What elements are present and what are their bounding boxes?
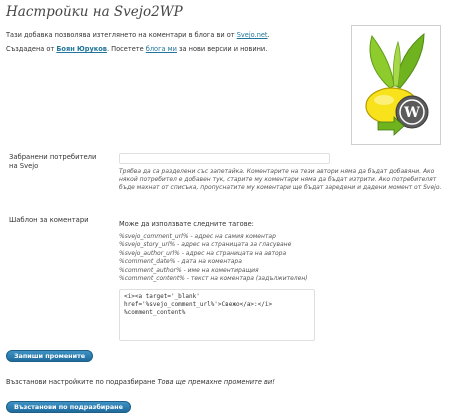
tags-title: Може да използвате следните тагове:: [119, 220, 254, 228]
reset-note-warning: Това ще премахне промените ви!: [157, 378, 275, 386]
intro-punct: .: [267, 31, 270, 39]
template-line: href='%svejo_comment_url%'>Свежо</a>:</i…: [124, 301, 273, 308]
intro-text: за нови версии и новини.: [176, 45, 268, 53]
reset-note: Възстанови настройките по подразбиране Т…: [6, 378, 275, 386]
comment-template-label: Шаблон за коментари: [9, 216, 89, 224]
blocked-users-hint: Трябва да са разделени със запетайка. Ко…: [119, 168, 442, 192]
tags-list: %svejo_comment_url% - адрес на самия ком…: [119, 233, 308, 283]
svejo-link[interactable]: Svejo.net: [237, 31, 268, 39]
tag-item: %svejo_story_url% - адрес на страницата …: [119, 241, 292, 249]
author-link[interactable]: Боян Юруков: [56, 45, 107, 53]
intro-text: Създадена от: [6, 45, 57, 53]
template-line: %comment_content%: [124, 309, 186, 316]
tag-item: %svejo_author_url% - адрес на страницата…: [119, 249, 287, 257]
lemon-wordpress-logo-icon: W: [365, 32, 429, 136]
template-line: <i><a target='_blank': [124, 293, 200, 300]
intro-text: Тази добавка позволява изтеглянето на ко…: [6, 31, 237, 39]
blocked-users-input[interactable]: [119, 153, 330, 164]
reset-note-text: Възстанови настройките по подразбиране: [6, 378, 158, 386]
reset-defaults-button[interactable]: Възстанови по подразбиране: [6, 401, 131, 413]
comment-template-textarea[interactable]: <i><a target='_blank' href='%svejo_comme…: [119, 289, 315, 341]
blog-link[interactable]: блога ми: [146, 45, 177, 53]
tag-item: %comment_author% - име на коментиращия: [119, 266, 259, 274]
page-title: Настройки на Svejo2WP: [6, 4, 183, 20]
svg-text:W: W: [403, 105, 420, 121]
save-button[interactable]: Запиши промените: [6, 350, 94, 362]
tag-item: %comment_content% - текст на коментара (…: [119, 275, 308, 283]
plugin-logo: W: [351, 25, 441, 145]
intro-line-2: Създадена от Боян Юруков. Посетете блога…: [6, 45, 267, 53]
tag-item: %svejo_comment_url% - адрес на самия ком…: [119, 233, 276, 240]
tag-item: %comment_date% - дата на коментара: [119, 258, 242, 266]
intro-text: . Посетете: [106, 45, 146, 53]
blocked-users-label: Забранени потребители на Svejo: [9, 153, 97, 170]
intro-line-1: Тази добавка позволява изтеглянето на ко…: [6, 31, 270, 39]
